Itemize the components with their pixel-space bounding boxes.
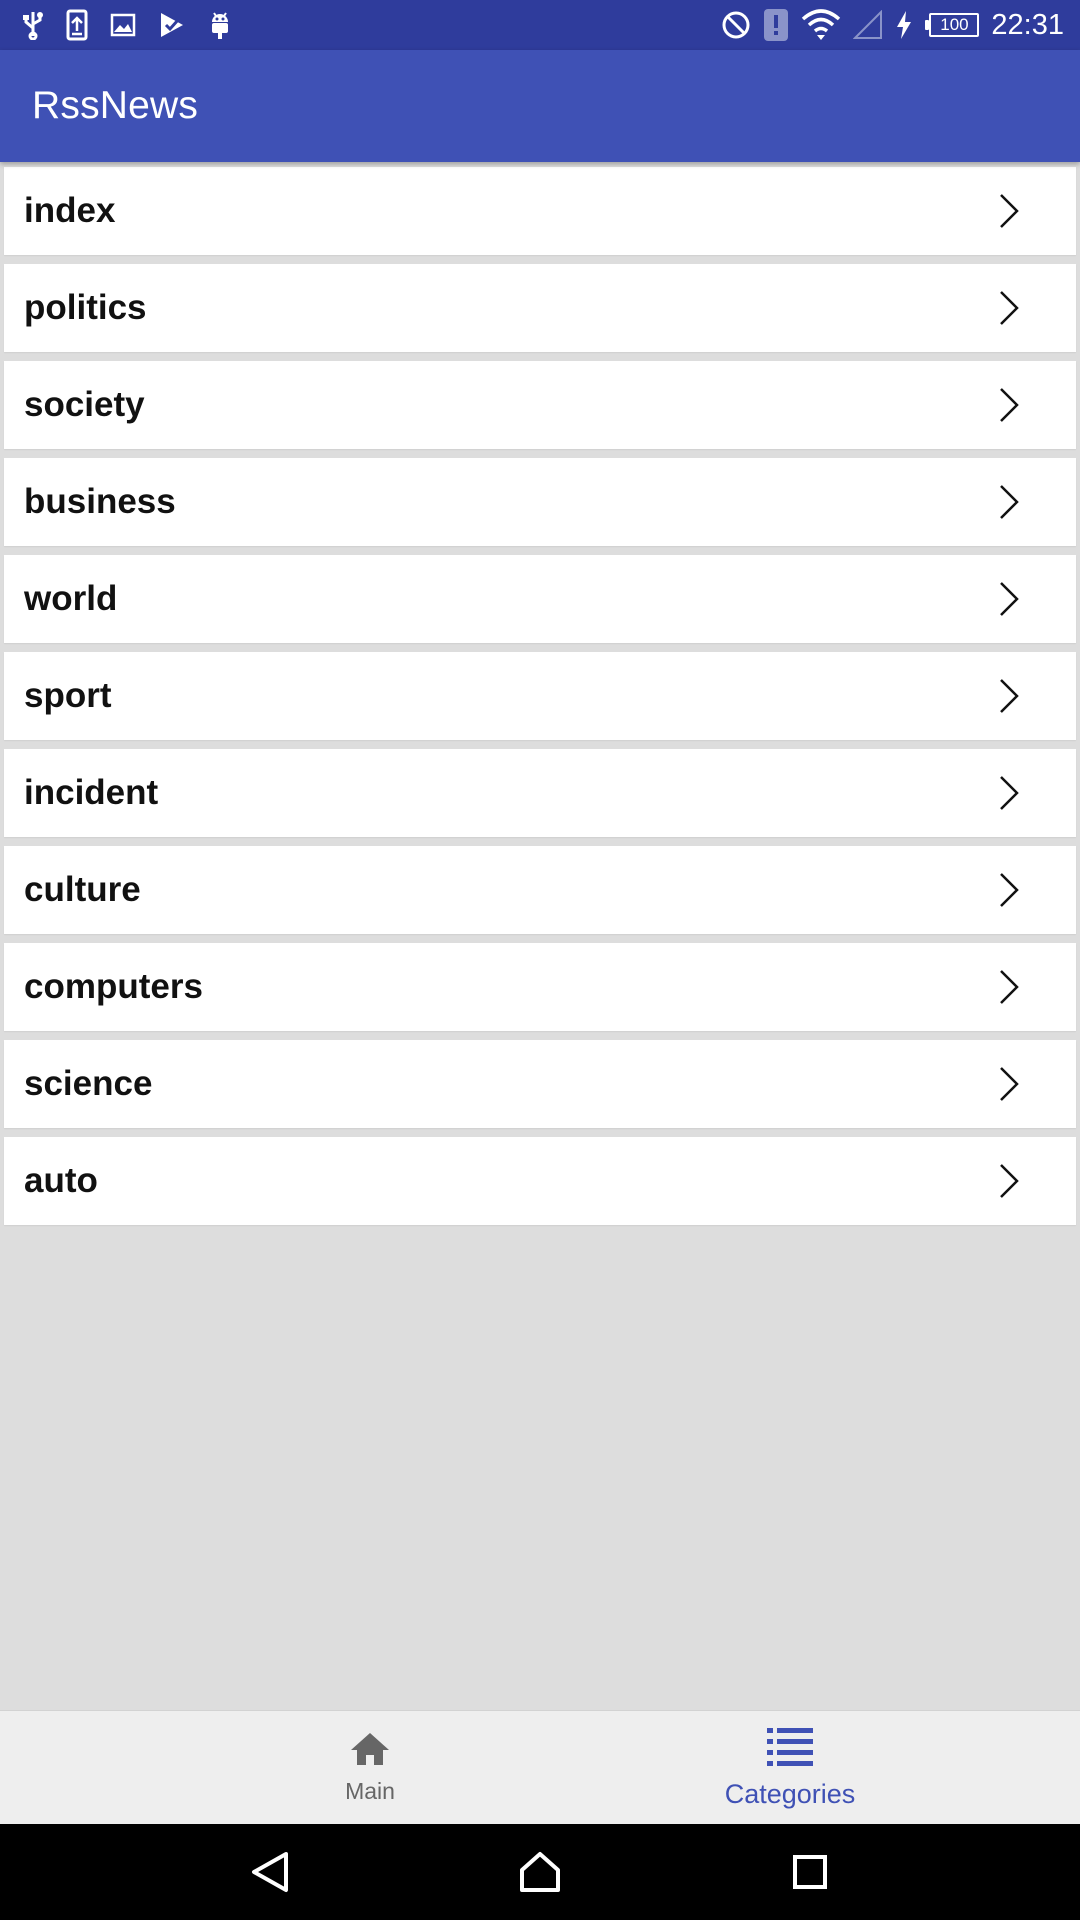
chevron-right-icon [998,775,1020,811]
recents-icon [793,1855,827,1889]
recents-button[interactable] [675,1854,945,1890]
category-label: world [24,579,118,618]
category-item-society[interactable]: society [4,361,1076,449]
tab-main[interactable]: Main [0,1711,540,1824]
category-item-politics[interactable]: politics [4,264,1076,352]
battery-level: 100 [929,13,980,37]
app-title: RssNews [32,84,199,127]
category-label: sport [24,676,112,715]
home-button[interactable] [405,1851,675,1893]
android-debug-icon [208,10,232,40]
back-icon [252,1852,288,1892]
category-item-sport[interactable]: sport [4,652,1076,740]
chevron-right-icon [998,290,1020,326]
chevron-right-icon [998,1066,1020,1102]
upload-icon [66,9,88,41]
category-item-business[interactable]: business [4,458,1076,546]
do-not-disturb-icon [721,10,751,40]
chevron-right-icon [998,387,1020,423]
category-item-incident[interactable]: incident [4,749,1076,837]
category-list: index politics society business world sp… [4,167,1076,1234]
category-item-culture[interactable]: culture [4,846,1076,934]
wifi-icon [801,9,841,41]
category-label: index [24,191,116,230]
home-icon [349,1731,391,1772]
category-label: culture [24,870,141,909]
chevron-right-icon [998,484,1020,520]
play-store-icon [158,11,186,39]
category-label: auto [24,1161,98,1200]
category-item-world[interactable]: world [4,555,1076,643]
system-navigation-bar [0,1824,1080,1920]
battery-icon: 100 [925,13,980,37]
status-bar: 100 22:31 [0,0,1080,50]
category-label: society [24,385,145,424]
home-nav-icon [520,1852,560,1892]
status-notifications [22,9,254,41]
usb-icon [22,10,44,40]
category-label: science [24,1064,153,1103]
category-label: incident [24,773,159,812]
category-label: politics [24,288,147,327]
category-item-science[interactable]: science [4,1040,1076,1128]
chevron-right-icon [998,581,1020,617]
image-icon [110,13,136,37]
chevron-right-icon [998,678,1020,714]
tab-categories[interactable]: Categories [540,1711,1080,1824]
category-item-auto[interactable]: auto [4,1137,1076,1225]
alert-icon [763,8,789,42]
status-system: 100 22:31 [709,8,1064,42]
chevron-right-icon [998,1163,1020,1199]
category-item-computers[interactable]: computers [4,943,1076,1031]
list-icon [766,1726,814,1773]
app-bar: RssNews [0,50,1080,162]
category-label: business [24,482,176,521]
category-item-index[interactable]: index [4,167,1076,255]
charging-icon [895,10,913,40]
cell-signal-icon [853,10,883,40]
bottom-navigation: Main Categories [0,1710,1080,1824]
tab-label: Categories [724,1778,856,1809]
chevron-right-icon [998,969,1020,1005]
clock: 22:31 [991,8,1064,41]
tab-label: Main [345,1777,395,1804]
chevron-right-icon [998,193,1020,229]
category-label: computers [24,967,203,1006]
chevron-right-icon [998,872,1020,908]
back-button[interactable] [135,1850,405,1894]
